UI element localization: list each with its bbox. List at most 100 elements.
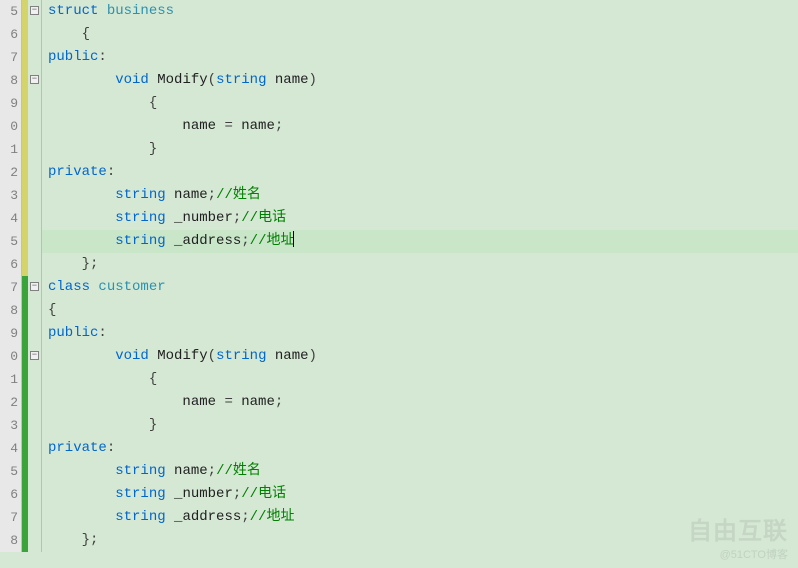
code-content[interactable]: }; <box>42 529 798 552</box>
token-punc: ) <box>309 72 317 88</box>
fold-gutter <box>28 391 42 414</box>
fold-gutter <box>28 230 42 253</box>
token-kw: public <box>48 49 98 65</box>
token-kw: struct <box>48 3 98 19</box>
fold-gutter <box>28 368 42 391</box>
code-line[interactable]: 0− void Modify(string name) <box>0 345 798 368</box>
code-line[interactable]: 7−class customer <box>0 276 798 299</box>
code-line[interactable]: 9 { <box>0 92 798 115</box>
token-id: name <box>174 463 208 479</box>
token-id: name <box>275 348 309 364</box>
code-content[interactable]: { <box>42 92 798 115</box>
code-line[interactable]: 8{ <box>0 299 798 322</box>
token-punc: }; <box>82 532 99 548</box>
code-line[interactable]: 5 string _address;//地址 <box>0 230 798 253</box>
fold-gutter <box>28 529 42 552</box>
token-punc: : <box>107 164 115 180</box>
token-type: string <box>216 72 266 88</box>
token-kw: private <box>48 164 107 180</box>
fold-toggle-icon[interactable]: − <box>28 69 42 92</box>
code-content[interactable]: } <box>42 138 798 161</box>
token-kw: class <box>48 279 90 295</box>
token-punc: ; <box>233 210 241 226</box>
code-content[interactable]: { <box>42 368 798 391</box>
code-content[interactable]: string _address;//地址 <box>42 506 798 529</box>
code-content[interactable]: }; <box>42 253 798 276</box>
token-type: string <box>115 233 165 249</box>
fold-gutter <box>28 437 42 460</box>
token-type: string <box>115 463 165 479</box>
fold-toggle-icon[interactable]: − <box>28 276 42 299</box>
code-content[interactable]: name = name; <box>42 391 798 414</box>
token-cmt: //姓名 <box>216 463 261 479</box>
code-content[interactable]: string name;//姓名 <box>42 460 798 483</box>
line-number: 2 <box>0 391 22 414</box>
code-line[interactable]: 6 string _number;//电话 <box>0 483 798 506</box>
line-number: 9 <box>0 322 22 345</box>
code-line[interactable]: 8 }; <box>0 529 798 552</box>
line-number: 6 <box>0 483 22 506</box>
code-content[interactable]: private: <box>42 437 798 460</box>
code-line[interactable]: 4 string _number;//电话 <box>0 207 798 230</box>
code-content[interactable]: { <box>42 23 798 46</box>
code-content[interactable]: public: <box>42 322 798 345</box>
code-line[interactable]: 5 string name;//姓名 <box>0 460 798 483</box>
code-line[interactable]: 6 }; <box>0 253 798 276</box>
code-line[interactable]: 1 { <box>0 368 798 391</box>
code-content[interactable]: string _number;//电话 <box>42 207 798 230</box>
token-id: Modify <box>157 348 207 364</box>
text-caret <box>293 231 294 247</box>
token-kw: public <box>48 325 98 341</box>
code-line[interactable]: 4private: <box>0 437 798 460</box>
token-kw: private <box>48 440 107 456</box>
fold-gutter <box>28 460 42 483</box>
code-content[interactable]: { <box>42 299 798 322</box>
code-line[interactable]: 3 } <box>0 414 798 437</box>
code-line[interactable]: 2private: <box>0 161 798 184</box>
fold-toggle-icon[interactable]: − <box>28 0 42 23</box>
code-line[interactable]: 3 string name;//姓名 <box>0 184 798 207</box>
code-line[interactable]: 1 } <box>0 138 798 161</box>
code-content[interactable]: class customer <box>42 276 798 299</box>
code-line[interactable]: 0 name = name; <box>0 115 798 138</box>
token-id: _address <box>174 509 241 525</box>
fold-gutter <box>28 414 42 437</box>
code-content[interactable]: } <box>42 414 798 437</box>
fold-gutter <box>28 506 42 529</box>
line-number: 1 <box>0 368 22 391</box>
code-content[interactable]: string _address;//地址 <box>42 230 798 253</box>
code-content[interactable]: string name;//姓名 <box>42 184 798 207</box>
token-punc: { <box>149 95 157 111</box>
token-kw: void <box>115 348 149 364</box>
code-content[interactable]: void Modify(string name) <box>42 69 798 92</box>
token-punc: : <box>98 325 106 341</box>
token-type: string <box>115 509 165 525</box>
code-line[interactable]: 7 public: <box>0 46 798 69</box>
code-line[interactable]: 9 public: <box>0 322 798 345</box>
line-number: 7 <box>0 46 22 69</box>
token-id: name <box>275 72 309 88</box>
token-punc: ; <box>208 463 216 479</box>
code-line[interactable]: 6 { <box>0 23 798 46</box>
code-content[interactable]: name = name; <box>42 115 798 138</box>
token-punc: }; <box>82 256 99 272</box>
code-line[interactable]: 8− void Modify(string name) <box>0 69 798 92</box>
code-editor[interactable]: 5−struct business6 {7public:8− void Modi… <box>0 0 798 568</box>
code-content[interactable]: string _number;//电话 <box>42 483 798 506</box>
token-id: _address <box>174 233 241 249</box>
line-number: 1 <box>0 138 22 161</box>
fold-gutter <box>28 299 42 322</box>
code-line[interactable]: 5−struct business <box>0 0 798 23</box>
token-id: name <box>241 118 275 134</box>
line-number: 8 <box>0 529 22 552</box>
fold-toggle-icon[interactable]: − <box>28 345 42 368</box>
token-punc: ; <box>241 509 249 525</box>
code-line[interactable]: 7 string _address;//地址 <box>0 506 798 529</box>
code-content[interactable]: public: <box>42 46 798 69</box>
token-punc: = <box>224 394 232 410</box>
line-number: 3 <box>0 414 22 437</box>
code-content[interactable]: private: <box>42 161 798 184</box>
code-content[interactable]: void Modify(string name) <box>42 345 798 368</box>
code-line[interactable]: 2 name = name; <box>0 391 798 414</box>
code-content[interactable]: struct business <box>42 0 798 23</box>
